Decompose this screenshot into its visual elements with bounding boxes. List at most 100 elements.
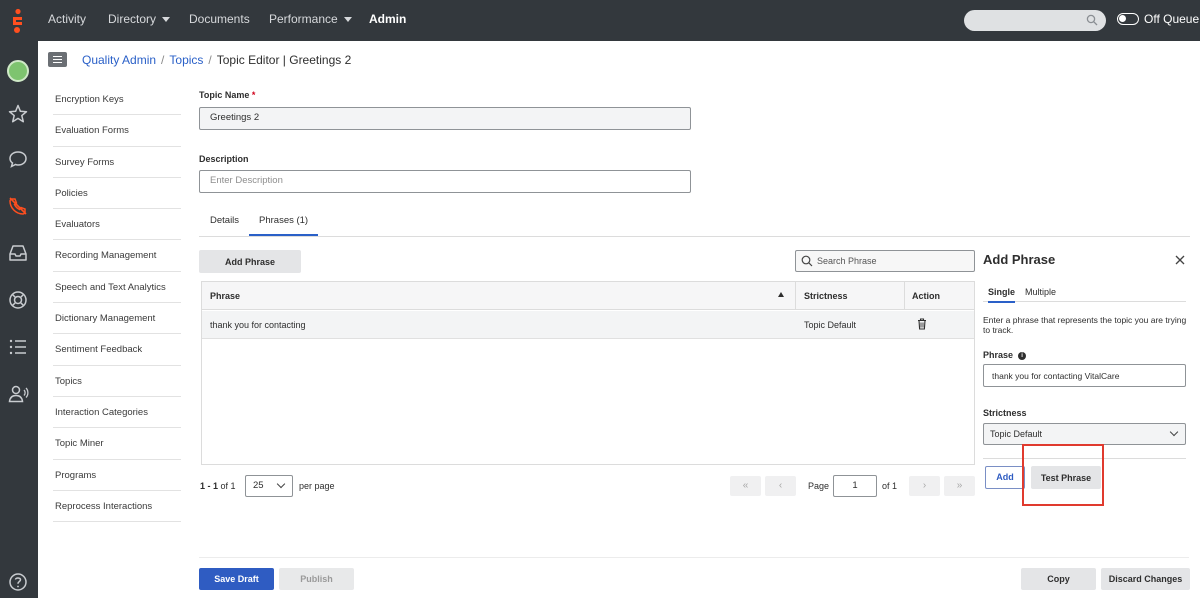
sidemenu-item[interactable]: Topic Miner	[53, 428, 181, 460]
sidemenu-item[interactable]: Recording Management	[53, 240, 181, 272]
search-icon	[1086, 14, 1098, 26]
top-nav: Activity Directory Documents Performance…	[0, 0, 1200, 41]
left-rail	[0, 41, 38, 598]
chevron-down-icon	[276, 479, 286, 489]
sidemenu-item[interactable]: Interaction Categories	[53, 397, 181, 429]
column-header-action: Action	[912, 291, 940, 301]
topic-tabs: Details Phrases (1)	[199, 210, 1190, 237]
phrase-label-text: Phrase	[983, 350, 1014, 360]
pagination-range: 1 - 1 of 1	[200, 481, 236, 491]
sidemenu-item[interactable]: Dictionary Management	[53, 303, 181, 335]
sidemenu-item[interactable]: Encryption Keys	[53, 84, 181, 116]
tab-details[interactable]: Details	[210, 215, 239, 226]
pagination-range-of: of 1	[220, 481, 236, 491]
per-page-label: per page	[299, 481, 335, 491]
breadcrumb-current: Topic Editor | Greetings 2	[216, 53, 352, 67]
hamburger-icon-bar	[53, 59, 62, 60]
tab-single[interactable]: Single	[988, 287, 1016, 303]
column-header-phrase[interactable]: Phrase	[210, 282, 240, 310]
sidemenu-item[interactable]: Policies	[53, 178, 181, 210]
page-label: Page	[808, 481, 830, 491]
trash-icon[interactable]	[917, 318, 927, 330]
phrase-label: Phrase i	[983, 350, 1027, 360]
description-label: Description	[199, 154, 249, 164]
sidemenu-item-topics[interactable]: Topics	[53, 366, 181, 397]
pagination-range-bold: 1 - 1	[200, 481, 219, 491]
breadcrumb-separator: /	[161, 53, 165, 67]
chevron-down-icon	[162, 17, 171, 23]
sidemenu-item[interactable]: Programs	[53, 460, 181, 491]
global-search-input[interactable]	[964, 10, 1106, 31]
nav-directory[interactable]: Directory	[108, 0, 171, 41]
sidemenu-item[interactable]: Sentiment Feedback	[53, 334, 181, 366]
column-header-strictness[interactable]: Strictness	[804, 282, 848, 310]
nav-documents[interactable]: Documents	[189, 0, 250, 41]
toggle-knob	[1119, 15, 1126, 22]
tab-multiple[interactable]: Multiple	[1025, 287, 1056, 297]
nav-admin[interactable]: Admin	[369, 0, 406, 41]
description-input[interactable]: Enter Description	[199, 170, 691, 193]
first-page-button[interactable]: «	[730, 476, 761, 496]
required-mark: *	[251, 90, 256, 100]
inbox-icon[interactable]	[7, 242, 29, 264]
sidemenu-item[interactable]: Evaluation Forms	[53, 115, 181, 147]
sidemenu-item[interactable]: Survey Forms	[53, 147, 181, 178]
sidemenu-item[interactable]: Evaluators	[53, 209, 181, 241]
save-draft-button[interactable]: Save Draft	[199, 568, 274, 590]
breadcrumb-quality-admin[interactable]: Quality Admin	[82, 53, 156, 67]
next-page-button[interactable]: ›	[909, 476, 940, 496]
panel-tabs: Single Multiple	[983, 282, 1186, 303]
breadcrumb: Quality Admin / Topics / Topic Editor | Gree…	[82, 53, 351, 67]
search-phrase-input[interactable]: Search Phrase	[795, 250, 975, 272]
breadcrumb-separator: /	[208, 53, 212, 67]
page-number-input[interactable]: 1	[833, 475, 877, 497]
sort-ascending-icon[interactable]	[778, 292, 784, 297]
chevron-down-icon	[1169, 427, 1179, 437]
nav-directory-label: Directory	[108, 12, 157, 26]
per-page-value: 25	[253, 480, 264, 491]
nav-admin-label: Admin	[369, 12, 407, 26]
nav-activity[interactable]: Activity	[48, 0, 86, 41]
help-icon[interactable]	[7, 571, 29, 593]
discard-changes-button[interactable]: Discard Changes	[1101, 568, 1190, 590]
agent-icon[interactable]	[7, 383, 29, 405]
last-page-button[interactable]: »	[944, 476, 975, 496]
list-icon[interactable]	[7, 336, 29, 358]
table-row[interactable]: thank you for contacting Topic Default	[202, 311, 974, 339]
phrase-cell: thank you for contacting	[210, 320, 306, 330]
avatar[interactable]	[7, 60, 29, 82]
sidemenu-item[interactable]: Reprocess Interactions	[53, 491, 181, 523]
nav-performance[interactable]: Performance	[269, 0, 352, 41]
add-button[interactable]: Add	[985, 466, 1025, 489]
star-icon[interactable]	[7, 103, 29, 125]
copy-button[interactable]: Copy	[1021, 568, 1096, 590]
queue-toggle[interactable]	[1117, 13, 1139, 25]
hamburger-icon	[53, 56, 62, 57]
panel-description: Enter a phrase that represents the topic…	[983, 315, 1187, 335]
sidemenu-item[interactable]: Speech and Text Analytics	[53, 272, 181, 304]
phrases-table: Phrase Strictness Action thank you for c…	[201, 281, 975, 465]
genesys-logo-icon[interactable]	[10, 8, 26, 34]
strictness-select[interactable]: Topic Default	[983, 423, 1186, 445]
topic-name-label-text: Topic Name	[199, 90, 250, 100]
phrase-input[interactable]: thank you for contacting VitalCare	[983, 364, 1186, 387]
breadcrumb-topics[interactable]: Topics	[169, 53, 203, 67]
add-phrase-panel-title: Add Phrase	[983, 252, 1056, 267]
publish-button[interactable]: Publish	[279, 568, 354, 590]
prev-page-button[interactable]: ‹	[765, 476, 796, 496]
lifebuoy-icon[interactable]	[7, 289, 29, 311]
chat-icon[interactable]	[7, 148, 29, 170]
per-page-select[interactable]: 25	[245, 475, 293, 497]
tab-phrases[interactable]: Phrases (1)	[249, 215, 319, 236]
strictness-cell: Topic Default	[804, 320, 857, 330]
column-divider	[795, 282, 796, 310]
close-icon[interactable]	[1174, 254, 1186, 266]
add-phrase-button[interactable]: Add Phrase	[199, 250, 301, 273]
nav-activity-label: Activity	[48, 12, 87, 26]
topic-name-label: Topic Name *	[199, 90, 255, 100]
phone-off-icon[interactable]	[7, 195, 29, 217]
sidemenu-toggle-button[interactable]	[48, 52, 67, 67]
info-icon[interactable]: i	[1018, 351, 1027, 360]
search-icon	[801, 255, 813, 267]
topic-name-input[interactable]: Greetings 2	[199, 107, 691, 130]
